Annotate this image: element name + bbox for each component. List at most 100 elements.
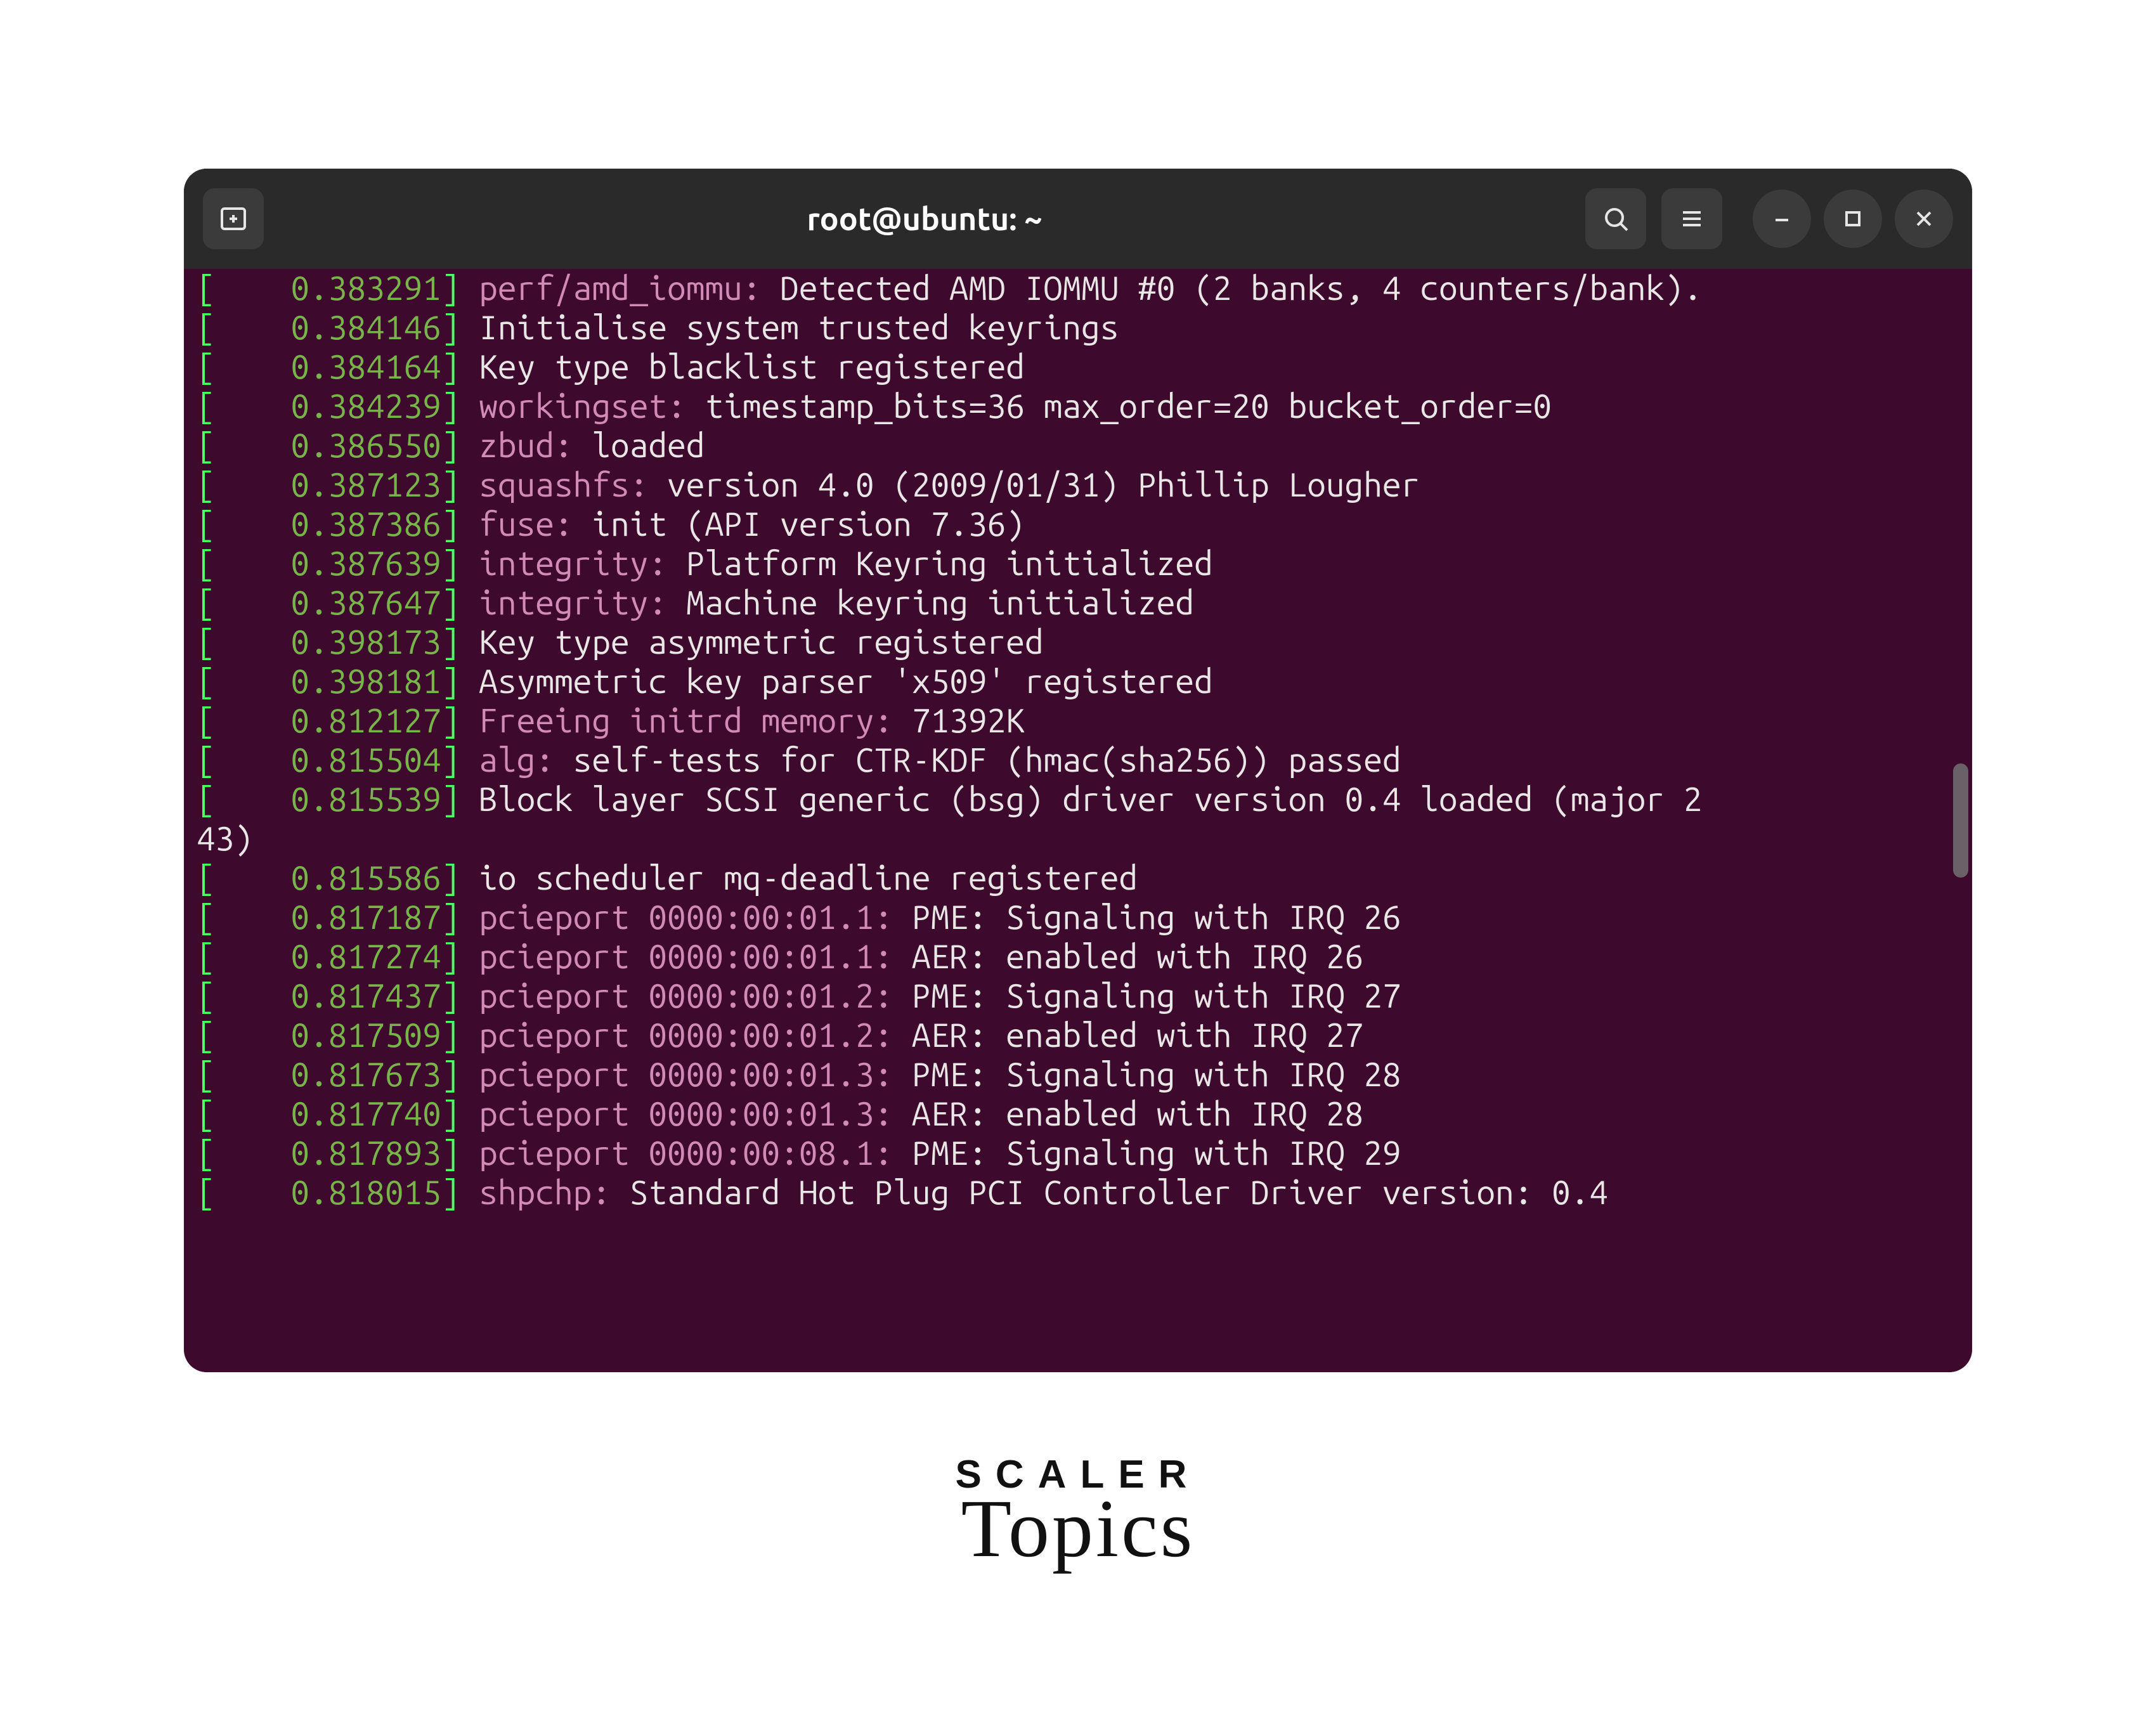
brand-logo: SCALER Topics <box>0 1452 2156 1576</box>
log-timestamp: 0.817187 <box>290 899 441 936</box>
minimize-button[interactable] <box>1753 190 1811 248</box>
titlebar: root@ubuntu: ~ <box>184 169 1972 269</box>
log-message: PME: Signaling with IRQ 29 <box>912 1134 1401 1172</box>
hamburger-icon <box>1677 204 1707 234</box>
new-tab-icon <box>218 204 249 234</box>
log-module: squashfs <box>479 466 629 503</box>
log-timestamp: 0.817740 <box>290 1095 441 1133</box>
log-message: 71392K <box>912 702 1025 739</box>
log-line: [ 0.817437] pcieport 0000:00:01.2: PME: … <box>197 977 1964 1016</box>
log-line: [ 0.384239] workingset: timestamp_bits=3… <box>197 387 1964 426</box>
window-title: root@ubuntu: ~ <box>271 201 1578 237</box>
log-module: alg <box>479 741 535 779</box>
log-timestamp: 0.812127 <box>290 702 441 739</box>
log-line: [ 0.384146] Initialise system trusted ke… <box>197 308 1964 347</box>
log-module: pcieport 0000:00:01.3 <box>479 1056 874 1093</box>
log-line-continuation: 43) <box>197 819 1964 859</box>
log-message: Standard Hot Plug PCI Controller Driver … <box>630 1174 1608 1211</box>
log-timestamp: 0.384146 <box>290 309 441 346</box>
log-line: [ 0.387647] integrity: Machine keyring i… <box>197 583 1964 623</box>
log-message: init (API version 7.36) <box>592 505 1025 543</box>
log-timestamp: 0.815504 <box>290 741 441 779</box>
new-tab-button[interactable] <box>203 188 264 249</box>
log-timestamp: 0.387386 <box>290 505 441 543</box>
log-timestamp: 0.817437 <box>290 977 441 1015</box>
log-line: [ 0.817187] pcieport 0000:00:01.1: PME: … <box>197 898 1964 937</box>
log-module: pcieport 0000:00:01.2 <box>479 1016 874 1054</box>
close-icon <box>1909 204 1939 234</box>
log-line: [ 0.818015] shpchp: Standard Hot Plug PC… <box>197 1173 1964 1212</box>
log-module: pcieport 0000:00:01.1 <box>479 938 874 975</box>
log-line: [ 0.384164] Key type blacklist registere… <box>197 347 1964 387</box>
log-line: [ 0.383291] perf/amd_iommu: Detected AMD… <box>197 269 1964 308</box>
log-module: integrity <box>479 584 648 621</box>
log-timestamp: 0.815539 <box>290 781 441 818</box>
log-line: [ 0.817274] pcieport 0000:00:01.1: AER: … <box>197 937 1964 977</box>
scrollbar-thumb[interactable] <box>1953 763 1968 878</box>
search-button[interactable] <box>1585 188 1646 249</box>
log-timestamp: 0.384164 <box>290 348 441 386</box>
log-module: fuse <box>479 505 554 543</box>
terminal-output[interactable]: [ 0.383291] perf/amd_iommu: Detected AMD… <box>184 269 1972 1372</box>
log-message: AER: enabled with IRQ 26 <box>912 938 1363 975</box>
log-module: perf/amd_iommu <box>479 269 743 307</box>
log-module: zbud <box>479 427 554 464</box>
log-module: Freeing initrd memory <box>479 702 874 739</box>
log-timestamp: 0.383291 <box>290 269 441 307</box>
log-module: pcieport 0000:00:01.1 <box>479 899 874 936</box>
maximize-icon <box>1838 204 1868 234</box>
maximize-button[interactable] <box>1824 190 1882 248</box>
log-line: [ 0.817740] pcieport 0000:00:01.3: AER: … <box>197 1094 1964 1134</box>
log-message: timestamp_bits=36 max_order=20 bucket_or… <box>705 387 1552 425</box>
log-message: io scheduler mq-deadline registered <box>479 859 1138 897</box>
log-message: AER: enabled with IRQ 27 <box>912 1016 1363 1054</box>
log-line: [ 0.386550] zbud: loaded <box>197 426 1964 465</box>
log-timestamp: 0.817509 <box>290 1016 441 1054</box>
log-message: Key type blacklist registered <box>479 348 1025 386</box>
log-message: PME: Signaling with IRQ 26 <box>912 899 1401 936</box>
log-line: [ 0.815586] io scheduler mq-deadline reg… <box>197 859 1964 898</box>
log-module: pcieport 0000:00:01.2 <box>479 977 874 1015</box>
log-message: Detected AMD IOMMU #0 (2 banks, 4 counte… <box>780 269 1702 307</box>
log-message: Key type asymmetric registered <box>479 623 1043 661</box>
log-timestamp: 0.818015 <box>290 1174 441 1211</box>
log-timestamp: 0.817893 <box>290 1134 441 1172</box>
log-line: [ 0.387639] integrity: Platform Keyring … <box>197 544 1964 583</box>
search-icon <box>1601 204 1631 234</box>
log-line: [ 0.398173] Key type asymmetric register… <box>197 623 1964 662</box>
log-line: [ 0.815539] Block layer SCSI generic (bs… <box>197 780 1964 819</box>
log-message: Platform Keyring initialized <box>686 545 1213 582</box>
log-timestamp: 0.386550 <box>290 427 441 464</box>
log-message: Asymmetric key parser 'x509' registered <box>479 663 1213 700</box>
log-message: Block layer SCSI generic (bsg) driver ve… <box>479 781 1702 818</box>
log-timestamp: 0.387123 <box>290 466 441 503</box>
log-module: shpchp <box>479 1174 592 1211</box>
log-message: PME: Signaling with IRQ 28 <box>912 1056 1401 1093</box>
log-timestamp: 0.817673 <box>290 1056 441 1093</box>
log-line: [ 0.812127] Freeing initrd memory: 71392… <box>197 701 1964 741</box>
menu-button[interactable] <box>1661 188 1722 249</box>
log-message: loaded <box>592 427 705 464</box>
log-module: pcieport 0000:00:08.1 <box>479 1134 874 1172</box>
log-timestamp: 0.815586 <box>290 859 441 897</box>
log-timestamp: 0.398181 <box>290 663 441 700</box>
log-line: [ 0.387123] squashfs: version 4.0 (2009/… <box>197 465 1964 505</box>
log-timestamp: 0.387647 <box>290 584 441 621</box>
log-message: Initialise system trusted keyrings <box>479 309 1119 346</box>
close-button[interactable] <box>1895 190 1953 248</box>
log-line: [ 0.387386] fuse: init (API version 7.36… <box>197 505 1964 544</box>
log-line: [ 0.817893] pcieport 0000:00:08.1: PME: … <box>197 1134 1964 1173</box>
log-line: [ 0.817509] pcieport 0000:00:01.2: AER: … <box>197 1016 1964 1055</box>
log-message: version 4.0 (2009/01/31) Phillip Lougher <box>667 466 1420 503</box>
log-timestamp: 0.817274 <box>290 938 441 975</box>
log-message: self-tests for CTR-KDF (hmac(sha256)) pa… <box>573 741 1401 779</box>
log-module: pcieport 0000:00:01.3 <box>479 1095 874 1133</box>
log-message: PME: Signaling with IRQ 27 <box>912 977 1401 1015</box>
log-message: AER: enabled with IRQ 28 <box>912 1095 1363 1133</box>
log-timestamp: 0.398173 <box>290 623 441 661</box>
log-line: [ 0.398181] Asymmetric key parser 'x509'… <box>197 662 1964 701</box>
log-message: Machine keyring initialized <box>686 584 1194 621</box>
log-module: integrity <box>479 545 648 582</box>
log-timestamp: 0.384239 <box>290 387 441 425</box>
terminal-window: root@ubuntu: ~ <box>184 169 1972 1372</box>
